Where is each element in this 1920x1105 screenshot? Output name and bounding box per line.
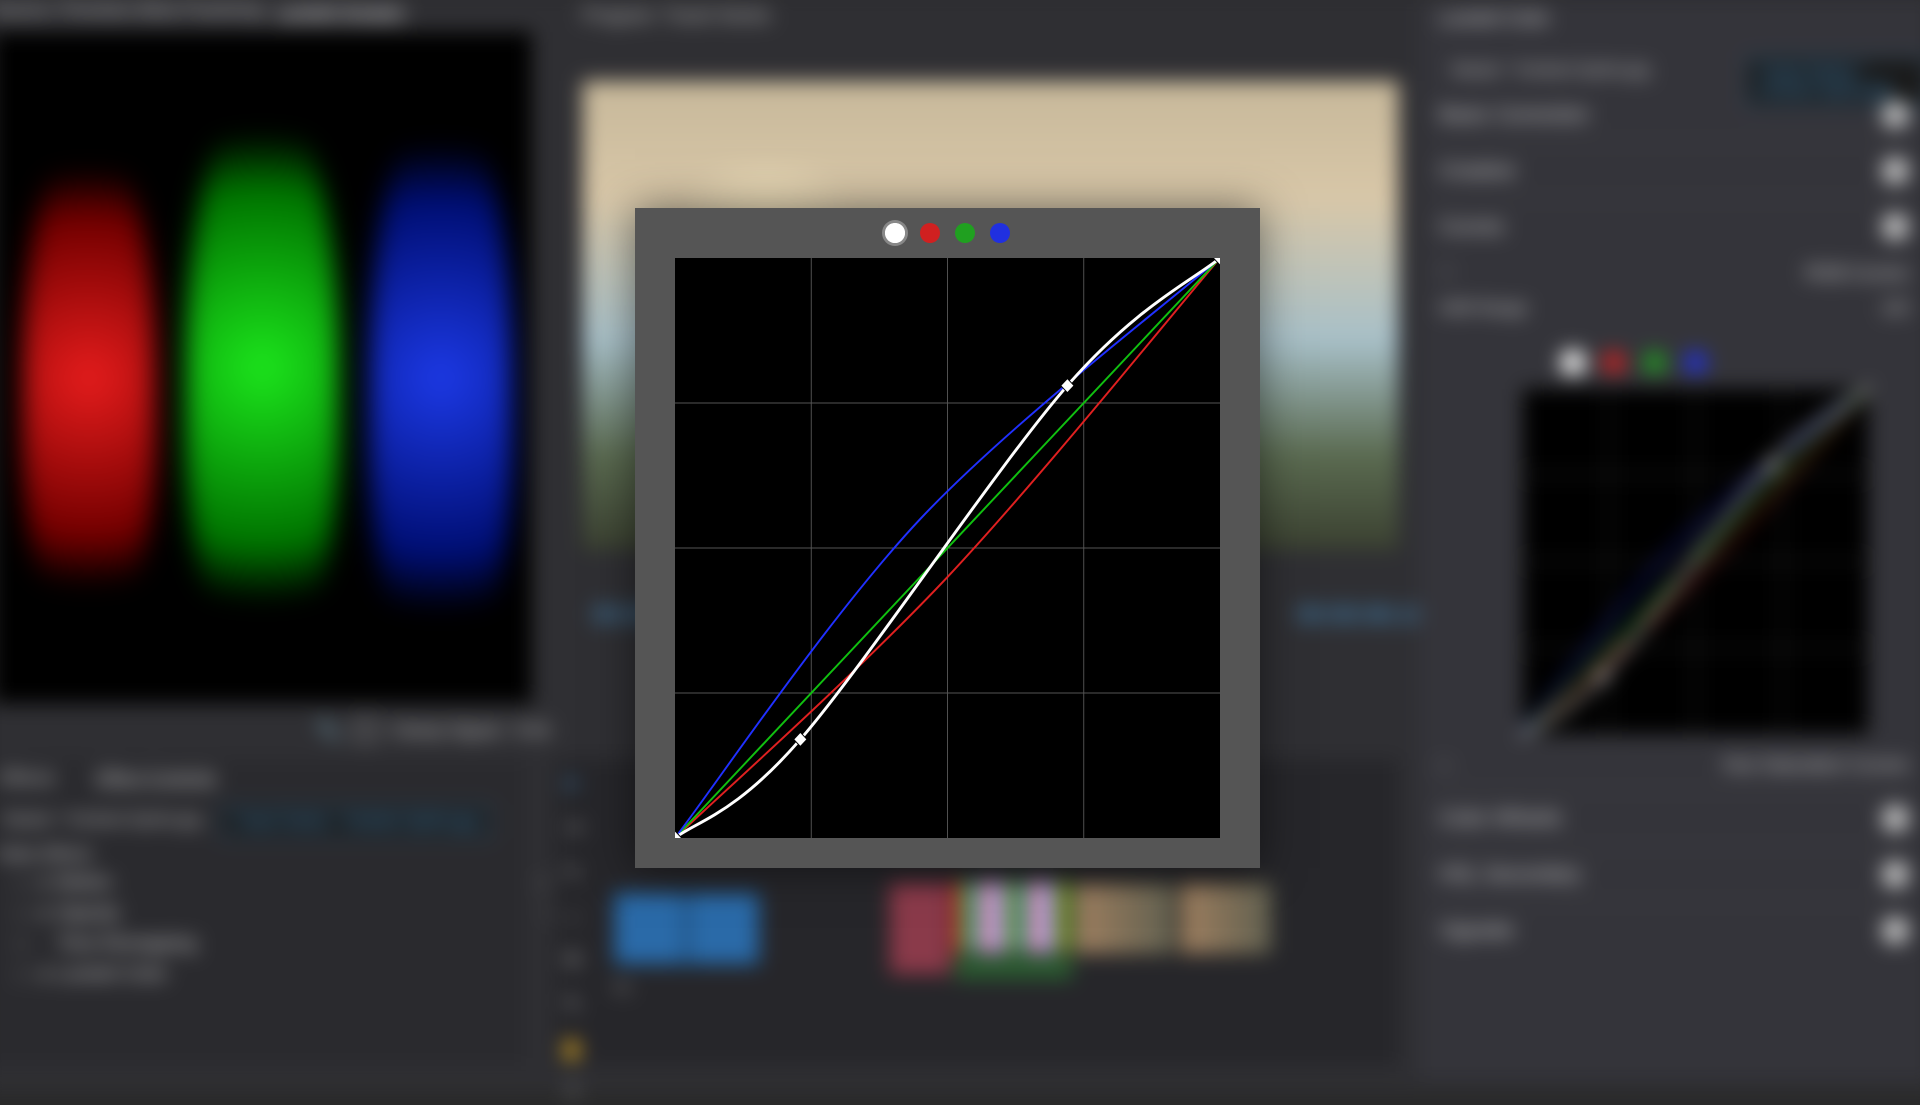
bit-depth-label: 8 bit (515, 719, 550, 740)
channel-blue[interactable] (990, 223, 1010, 243)
type-tool-icon[interactable]: T (560, 1082, 584, 1105)
hand-tool-icon[interactable]: ✋ (560, 1037, 584, 1061)
pen-tool-icon[interactable]: ✎ (560, 992, 584, 1016)
lumetri-panel: Lumetri Color Master * Kindred Spirits.j… (1419, 0, 1920, 1081)
mini-curves-plot[interactable] (1521, 387, 1870, 736)
timeline-clip[interactable] (613, 892, 686, 965)
ripple-tool-icon[interactable]: ✂ (560, 859, 584, 883)
check-icon[interactable] (1882, 214, 1909, 241)
mini-channel-green[interactable] (1643, 351, 1665, 373)
channel-green[interactable] (955, 223, 975, 243)
mini-channel-blue[interactable] (1684, 351, 1706, 373)
lumetri-master-tab[interactable]: Master * Kindred Spirits.jpg (1439, 56, 1661, 87)
check-icon[interactable] (1882, 861, 1909, 888)
section-basic[interactable]: Basic Correction (1439, 101, 1908, 128)
workspace-dropdown[interactable]: Lumetri Scopes (277, 1, 405, 22)
channel-selector (635, 223, 1260, 243)
keyframe-icon[interactable]: ◇ (537, 872, 551, 893)
lumetri-panel-title: Lumetri Color (1439, 8, 1549, 29)
check-icon[interactable] (1882, 101, 1909, 128)
rgb-parade-scope (0, 30, 534, 705)
fx-section-header: Video Effects (0, 846, 92, 864)
check-icon[interactable] (1882, 917, 1909, 944)
selection-tool-icon[interactable]: ▸ (560, 770, 584, 794)
tab-effects[interactable]: Effects (0, 759, 63, 797)
channel-red[interactable] (920, 223, 940, 243)
timeline-audio-clip[interactable] (955, 958, 1072, 978)
mini-channel-selector (1562, 351, 1707, 373)
tab-effect-controls[interactable]: Effect Controls (88, 759, 224, 797)
fx-row-lumetri[interactable]: ▷Lumetri Color◇ (17, 963, 168, 984)
hdr-range-row[interactable]: HDR Range 100 (1439, 300, 1908, 318)
mini-channel-white[interactable] (1562, 351, 1584, 373)
check-icon[interactable] (1882, 805, 1909, 832)
timeline-clip[interactable] (889, 882, 952, 976)
mini-channel-red[interactable] (1603, 351, 1625, 373)
channel-white[interactable] (885, 223, 905, 243)
timeline-clip[interactable] (1179, 882, 1273, 955)
section-curves[interactable]: Curves (1439, 214, 1908, 241)
rgb-curves-editor (635, 208, 1260, 868)
fx-row-motion[interactable]: ▷Motion◇ (17, 872, 113, 893)
section-rgb-curves[interactable]: ▽ RGB Curves (1439, 263, 1908, 284)
timeline-clip[interactable] (687, 892, 760, 965)
wrench-icon[interactable]: 🔧 (317, 719, 340, 740)
program-panel-title: Program: Travel Series (583, 5, 771, 26)
fx-active-clip[interactable]: Travel Series * Kindred Spirits.jpg (221, 805, 491, 838)
section-wheels[interactable]: Color Wheels (1439, 805, 1908, 832)
fx-master-clip[interactable]: Master * Kindred Spirits.jpg (0, 805, 213, 836)
section-hue-sat[interactable]: ▷ Hue Saturation Curves (1439, 754, 1908, 775)
check-icon[interactable] (1882, 158, 1909, 185)
effect-controls-panel: Effects Effect Controls Master * Kindred… (0, 759, 527, 1065)
track-select-tool-icon[interactable]: ⇥ (560, 814, 584, 838)
timecode-out: 00:00:06:18 (1297, 601, 1426, 630)
rate-stretch-tool-icon[interactable]: ↔ (560, 904, 584, 927)
fx-row-time-remap[interactable]: ▷Time Remapping (17, 933, 197, 954)
timeline-clip[interactable] (1072, 882, 1176, 955)
clamp-check-icon[interactable] (355, 719, 377, 741)
section-creative[interactable]: Creative (1439, 158, 1908, 185)
v1-label[interactable]: V1 (613, 979, 630, 995)
section-hsl[interactable]: HSL Secondary (1439, 861, 1908, 888)
source-panel-title: Source: Premiere Beta Practicing (0, 0, 262, 21)
slip-tool-icon[interactable]: ⧉ (560, 948, 584, 971)
hdr-range-value: 100 (1881, 300, 1908, 318)
lumetri-active-tab[interactable]: Travel Series * Kindred Spirits.jpg (1745, 56, 1920, 107)
section-vignette[interactable]: Vignette (1439, 917, 1908, 944)
clamp-signal-label: Clamp Signal (391, 719, 500, 740)
curves-plot[interactable] (675, 258, 1220, 838)
timeline-clip-bars[interactable] (955, 882, 1067, 953)
fx-row-opacity[interactable]: ▷Opacity◇ (17, 902, 120, 923)
